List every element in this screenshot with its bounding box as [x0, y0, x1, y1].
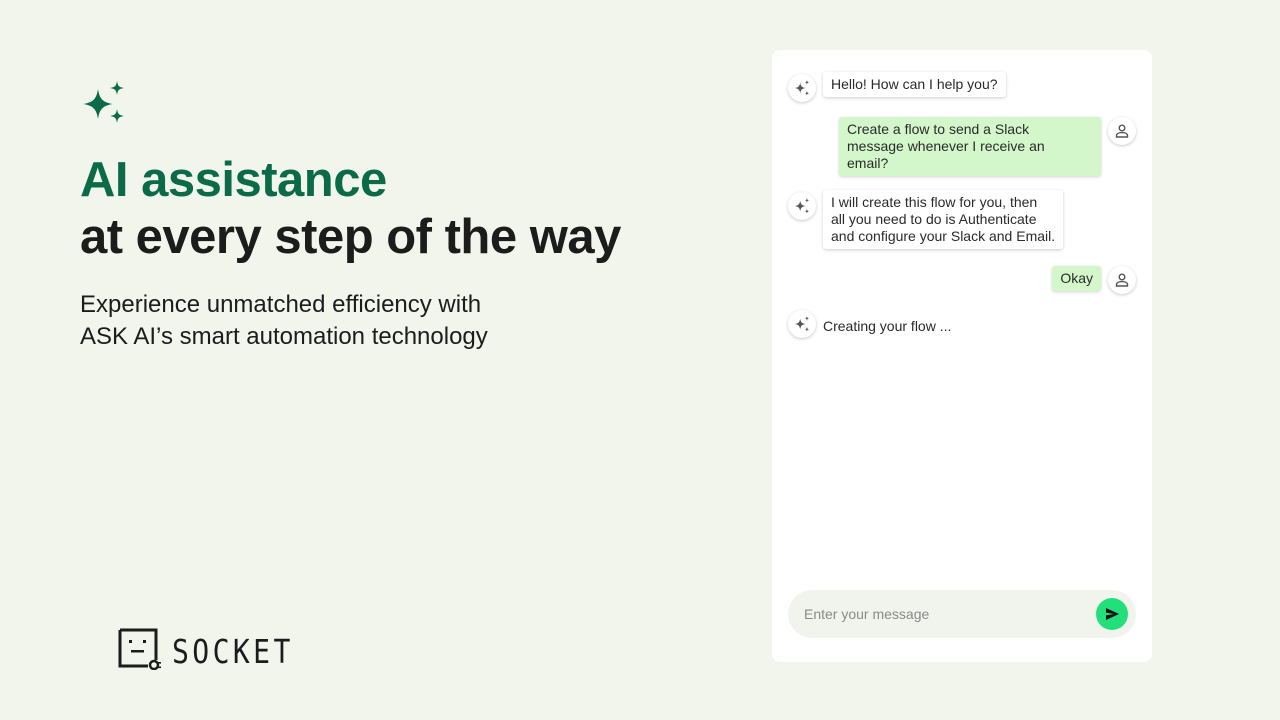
status-text: Creating your flow ...: [816, 314, 959, 339]
subtitle-line: ASK AI’s smart automation technology: [80, 323, 488, 350]
chat-message-bot: Hello! How can I help you?: [788, 72, 1006, 102]
send-button[interactable]: [1096, 598, 1128, 630]
message-text: I will create this flow for you, then: [831, 194, 1038, 210]
message-composer: [788, 590, 1136, 638]
logo-text: SOCKET: [172, 632, 294, 671]
message-text: email?: [847, 155, 889, 171]
subtitle: Experience unmatched efficiency with ASK…: [80, 289, 600, 353]
sparkles-icon: [788, 192, 816, 220]
message-input[interactable]: [804, 606, 1096, 622]
sparkles-icon: [80, 80, 128, 128]
message-text: message whenever I receive an: [847, 138, 1045, 154]
message-text: Okay: [1060, 270, 1093, 286]
message-text: all you need to do is Authenticate: [831, 211, 1037, 227]
chat-message-bot-status: Creating your flow ...: [788, 310, 959, 339]
chat-message-bot: I will create this flow for you, then al…: [788, 190, 1064, 249]
chat-message-user: Okay: [1052, 266, 1136, 294]
page-title: AI assistance at every step of the way: [80, 152, 621, 266]
message-text: Creating your flow ...: [823, 318, 952, 334]
headline-accent: AI assistance: [80, 153, 387, 207]
message-bubble: Okay: [1052, 266, 1101, 291]
send-icon: [1106, 608, 1119, 620]
message-text: Create a flow to send a Slack: [847, 121, 1030, 137]
sparkles-icon: [788, 310, 816, 338]
socket-logo: SOCKET: [118, 628, 315, 675]
user-icon: [1108, 266, 1136, 294]
message-text: and configure your Slack and Email.: [831, 228, 1056, 244]
headline-rest: at every step of the way: [80, 210, 621, 264]
chat-panel: Hello! How can I help you? Create a flow…: [772, 50, 1152, 662]
chat-message-user: Create a flow to send a Slack message wh…: [839, 117, 1136, 176]
message-bubble: Create a flow to send a Slack message wh…: [839, 117, 1101, 176]
subtitle-line: Experience unmatched efficiency with: [80, 291, 482, 318]
message-text: Hello! How can I help you?: [831, 76, 998, 92]
message-bubble: Hello! How can I help you?: [823, 72, 1006, 97]
user-icon: [1108, 117, 1136, 145]
sparkles-icon: [788, 74, 816, 102]
message-bubble: I will create this flow for you, then al…: [823, 190, 1064, 249]
socket-logo-icon: [118, 628, 162, 675]
